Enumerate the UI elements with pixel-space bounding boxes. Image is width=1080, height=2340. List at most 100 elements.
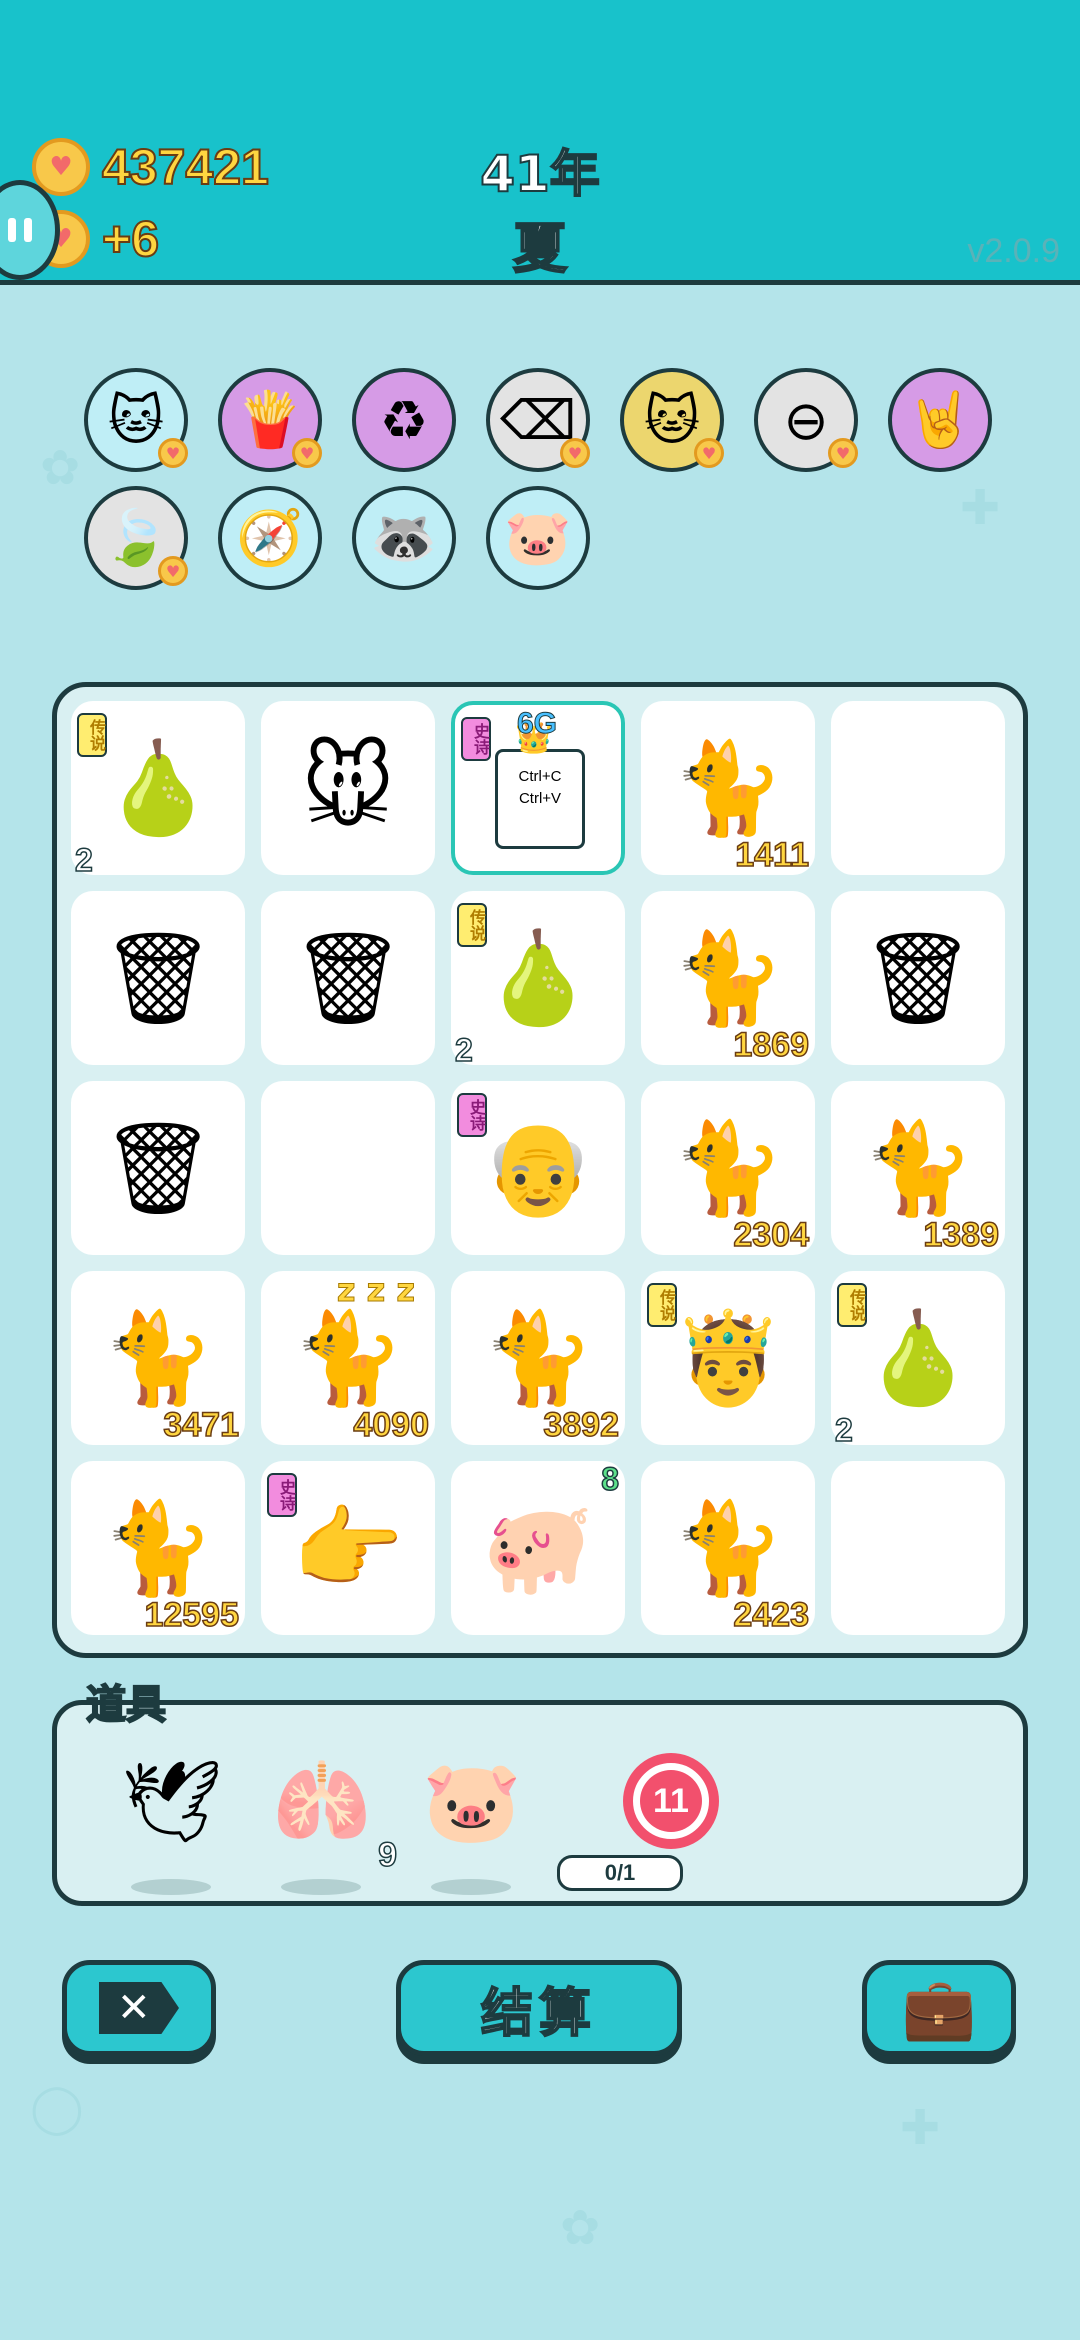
cat-icon: 🐈 (671, 1115, 785, 1221)
bag-button[interactable]: 💼 (862, 1960, 1016, 2056)
tool-count: 9 (377, 1835, 397, 1875)
board-cell-trash-bag[interactable]: 🗑 (261, 891, 435, 1065)
raccoon-skill[interactable]: 🦝 (352, 486, 456, 590)
king-pear-icon: 🍐 (861, 1305, 975, 1411)
board-cell-cat[interactable]: 🐈 2423 (641, 1461, 815, 1635)
board-cell-empty[interactable] (831, 701, 1005, 875)
board-cell-empty[interactable] (261, 1081, 435, 1255)
recycle-skill-icon: ♻ (379, 388, 429, 452)
tools-panel: 🕊 🫁 9 🐷 11 0/1 (52, 1700, 1028, 1906)
old-man-icon: 👴 (481, 1115, 595, 1221)
cell-value: 12595 (144, 1595, 240, 1635)
board-cell-king-face[interactable]: 🤴 传说 (641, 1271, 815, 1445)
heart-icon: ♥ (292, 438, 322, 468)
close-icon: ✕ (99, 1982, 179, 2034)
board-cell-empty[interactable] (831, 1461, 1005, 1635)
compass-skill[interactable]: 🧭 (218, 486, 322, 590)
bg-decoration: ◯ (30, 2080, 84, 2136)
board-cell-mouse[interactable]: 🐭 (261, 701, 435, 875)
board-cell-cat[interactable]: 🐈 1389 (831, 1081, 1005, 1255)
king-face-icon: 🤴 (671, 1305, 785, 1411)
liver-tool[interactable]: 🫁 9 (267, 1755, 398, 1895)
top-bar: ♥ 437421 ♥ +6 41年 夏 v2.0.9 (0, 0, 1080, 285)
minus-skill[interactable]: ⊖ ♥ (754, 368, 858, 472)
season-label: 夏 (512, 216, 568, 281)
board-cell-sleeping-cat[interactable]: 🐈 4090 z z z (261, 1271, 435, 1445)
rarity-tag: 传说 (837, 1283, 867, 1327)
board-cell-cat[interactable]: 🐈 2304 (641, 1081, 815, 1255)
timer-tool[interactable]: 11 (623, 1753, 719, 1849)
heart-icon: ♥ (158, 556, 188, 586)
piggy-skill[interactable]: 🐷 (486, 486, 590, 590)
board-cell-cat[interactable]: 🐈 1411 (641, 701, 815, 875)
settle-button[interactable]: 结算 (396, 1960, 682, 2056)
cell-count: 8 (600, 1460, 619, 1498)
double-cat-skill[interactable]: 🐱 ♥ (620, 368, 724, 472)
settle-label: 结算 (480, 1983, 597, 2045)
cat-icon: 🐈 (671, 1495, 785, 1601)
board-cell-cat[interactable]: 🐈 3471 (71, 1271, 245, 1445)
pause-icon (8, 218, 16, 242)
timer-inner: 11 (640, 1770, 702, 1832)
board-cell-ctrl-cv-king[interactable]: Ctrl+C Ctrl+V 👑 6G 史诗 (451, 701, 625, 875)
tool-shadow (431, 1879, 511, 1895)
cat-icon: 🐈 (481, 1305, 595, 1411)
fries-skill[interactable]: 🍟 ♥ (218, 368, 322, 472)
board-cell-king-pear[interactable]: 🍐 传说 2 (831, 1271, 1005, 1449)
heart-icon: ♥ (828, 438, 858, 468)
board-cell-trash-bag[interactable]: 🗑 (71, 891, 245, 1065)
trash-bag-icon: 🗑 (100, 925, 216, 1031)
cat-icon: 🐈 (101, 1305, 215, 1411)
board-cell-pear[interactable]: 🍐 传说 2 (71, 701, 245, 879)
cell-value: 1389 (923, 1215, 1000, 1255)
mouse-icon: 🐭 (301, 735, 395, 841)
cat-coin-skill[interactable]: 🐱 ♥ (84, 368, 188, 472)
pause-icon (24, 218, 32, 242)
cat-icon: 🐈 (101, 1495, 215, 1601)
compass-skill-icon: 🧭 (236, 506, 304, 569)
board-cell-cat[interactable]: 🐈 12595 (71, 1461, 245, 1635)
bg-decoration: ✚ (900, 2100, 941, 2156)
board-cell-pointing-hand[interactable]: 👉 史诗 (261, 1461, 435, 1635)
minus-skill-icon: ⊖ (783, 388, 829, 452)
bird-tool[interactable]: 🕊 (117, 1755, 227, 1895)
cell-value: 2304 (733, 1215, 810, 1255)
piggy-bank-tool[interactable]: 🐷 (417, 1755, 527, 1895)
board-cell-trash-bag[interactable]: 🗑 (71, 1081, 245, 1255)
board-cell-pear[interactable]: 🍐 传说 2 (451, 891, 625, 1069)
cell-count: 2 (454, 1031, 473, 1069)
game-board: 🍐 传说 2 🐭 Ctrl+C Ctrl+V 👑 6G 史诗 🐈 1411 🗑 🗑 🍐 传说 2 🐈 1869 🗑… (52, 682, 1028, 1658)
board-cell-old-man[interactable]: 👴 史诗 (451, 1081, 625, 1255)
rock-hand-skill[interactable]: 🤘 (888, 368, 992, 472)
board-cell-cat[interactable]: 🐈 3892 (451, 1271, 625, 1445)
cell-value: 1411 (734, 835, 809, 875)
ctrl-cv-card: Ctrl+C Ctrl+V (495, 749, 585, 849)
timer-value: 11 (653, 1781, 689, 1820)
rarity-tag: 传说 (77, 713, 107, 757)
bg-decoration: ✚ (960, 480, 1001, 536)
briefcase-icon: 💼 (901, 1973, 977, 2044)
board-cell-cat[interactable]: 🐈 1869 (641, 891, 815, 1065)
leaf-skill[interactable]: 🍃 ♥ (84, 486, 188, 590)
cell-count: 2 (834, 1411, 853, 1449)
rarity-tag: 传说 (457, 903, 487, 947)
rarity-tag: 传说 (647, 1283, 677, 1327)
heart-icon: ♥ (694, 438, 724, 468)
bg-decoration: ✿ (560, 2200, 601, 2256)
sleep-icon: z z z (336, 1271, 415, 1310)
heart-icon: ♥ (158, 438, 188, 468)
rock-hand-skill-icon: 🤘 (906, 388, 974, 451)
board-cell-trash-bag[interactable]: 🗑 (831, 891, 1005, 1065)
cell-count: 2 (74, 841, 93, 879)
cat-coin-skill-icon: 🐱 (107, 388, 165, 452)
rarity-tag: 史诗 (461, 717, 491, 761)
delete-skill[interactable]: ⌫ ♥ (486, 368, 590, 472)
board-cell-pig[interactable]: 🐖 8 (451, 1460, 625, 1635)
recycle-skill[interactable]: ♻ (352, 368, 456, 472)
rarity-tag: 史诗 (457, 1093, 487, 1137)
trash-bag-icon: 🗑 (860, 925, 976, 1031)
cell-value: 4090 (353, 1405, 430, 1445)
discard-button[interactable]: ✕ (62, 1960, 216, 2056)
year-label: 41年 (479, 144, 601, 204)
cat-icon: 🐈 (671, 735, 785, 841)
